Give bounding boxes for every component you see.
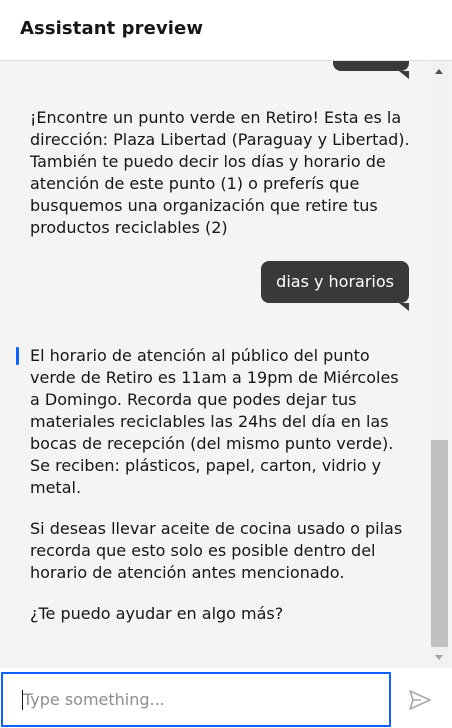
bubble-tail bbox=[399, 71, 409, 79]
scrollbar[interactable] bbox=[431, 61, 448, 668]
message-input[interactable] bbox=[1, 672, 391, 727]
message-text: ¡Encontre un punto verde en Retiro! Esta… bbox=[30, 108, 410, 237]
user-message: dias y horarios bbox=[261, 261, 409, 311]
scroll-down-arrow-icon[interactable] bbox=[435, 655, 443, 660]
focus-indicator bbox=[16, 347, 19, 365]
composer bbox=[0, 668, 452, 728]
chat-log[interactable]: ¡Encontre un punto verde en Retiro! Esta… bbox=[0, 61, 452, 668]
scrollbar-thumb[interactable] bbox=[431, 440, 448, 647]
send-button[interactable] bbox=[404, 684, 436, 716]
scroll-up-arrow-icon[interactable] bbox=[435, 69, 443, 74]
header: Assistant preview bbox=[0, 0, 452, 61]
assistant-message: ¡Encontre un punto verde en Retiro! Esta… bbox=[30, 107, 412, 239]
message-text: ¿Te puedo ayudar en algo más? bbox=[30, 604, 284, 623]
message-text: dias y horarios bbox=[276, 272, 394, 291]
message-text: El horario de atención al público del pu… bbox=[30, 346, 399, 497]
send-icon bbox=[409, 690, 431, 710]
bubble-tail bbox=[399, 303, 409, 311]
text-caret bbox=[22, 690, 23, 710]
page-title: Assistant preview bbox=[20, 18, 204, 39]
previous-user-message bbox=[333, 61, 409, 79]
assistant-message: El horario de atención al público del pu… bbox=[30, 345, 412, 625]
message-text: Si deseas llevar aceite de cocina usado … bbox=[30, 519, 403, 582]
